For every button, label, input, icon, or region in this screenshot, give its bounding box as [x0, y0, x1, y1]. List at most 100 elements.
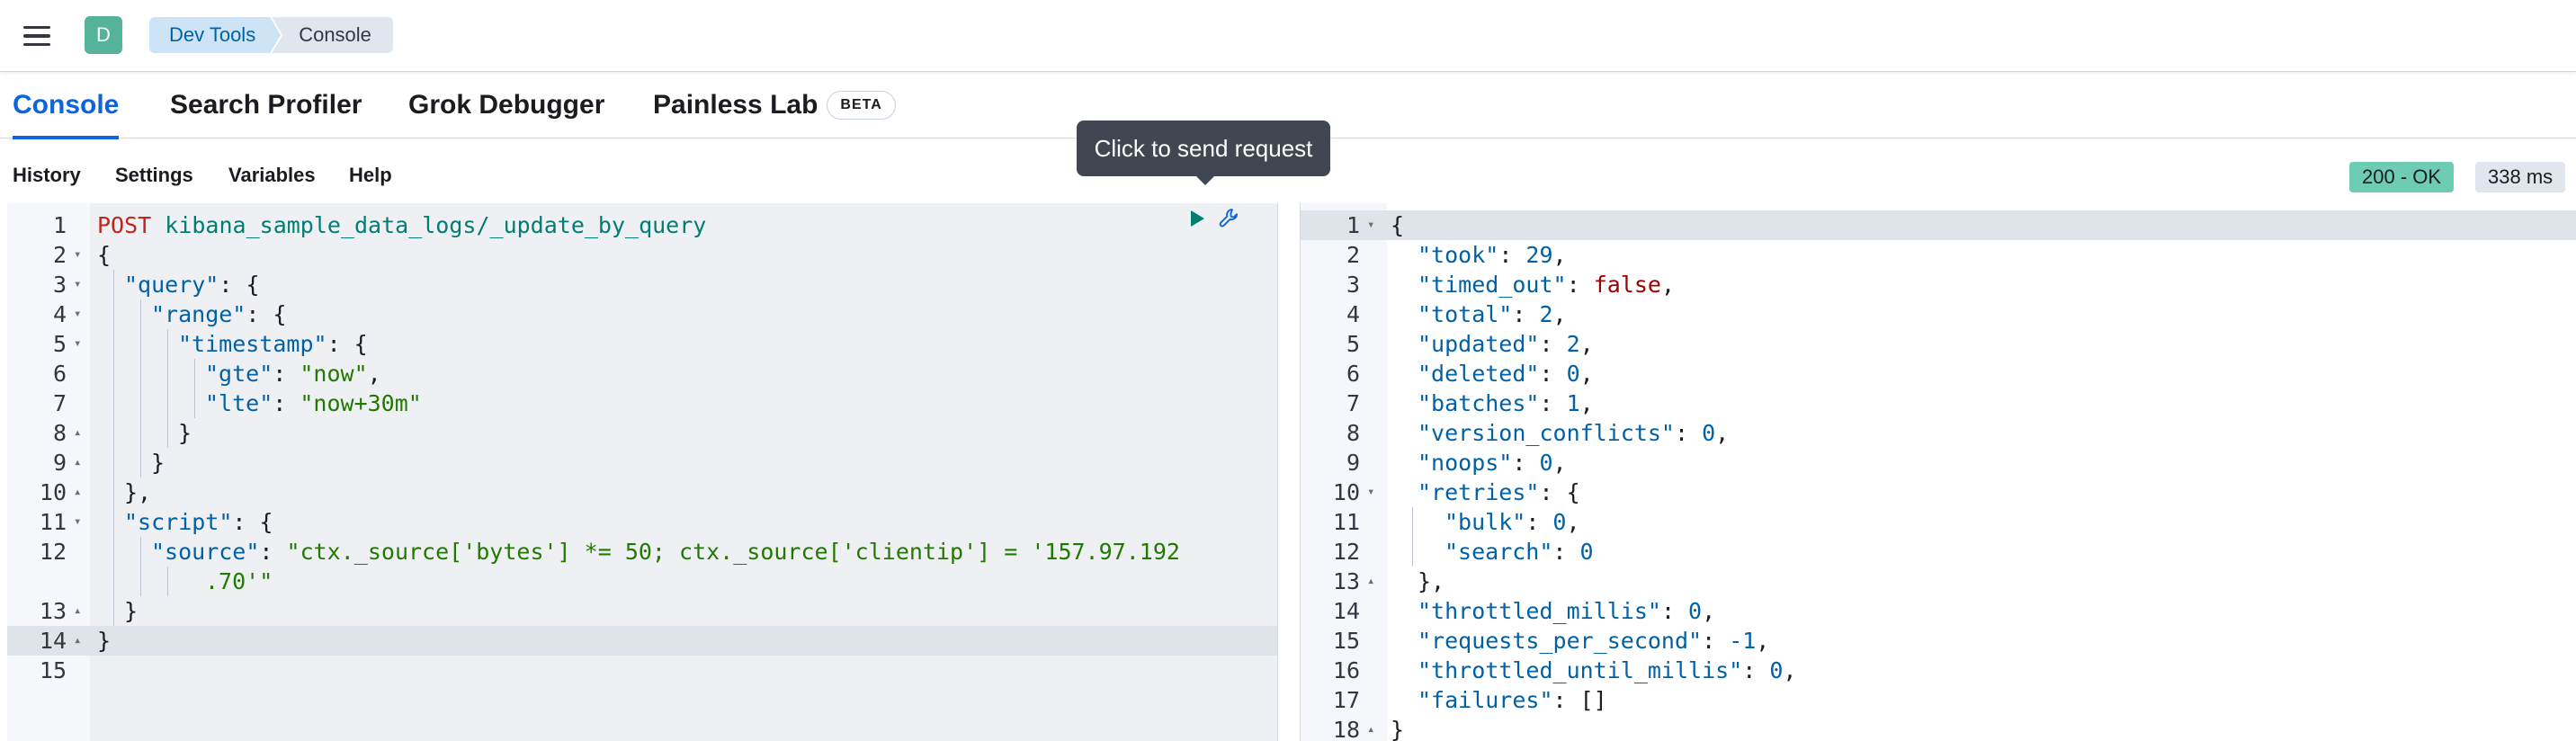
fold-arrow-icon: ▴ [74, 425, 82, 440]
json-number: 0 [1566, 361, 1580, 387]
tab-search-profiler[interactable]: Search Profiler [170, 72, 362, 138]
line-number: 8 [52, 420, 67, 446]
help-button[interactable]: Help [349, 164, 392, 187]
line-number: 15 [39, 657, 67, 683]
request-line: 13 ▴} [7, 596, 1277, 626]
indent-guide [140, 329, 141, 359]
fold-arrow-icon: ▴ [74, 603, 82, 618]
json-key: "lte" [205, 390, 273, 416]
line-number: 6 [1346, 361, 1360, 387]
request-line: 4 ▾ "range": { [7, 299, 1277, 329]
indent-guide [194, 388, 195, 418]
settings-button[interactable]: Settings [115, 164, 193, 187]
json-punct: { [97, 242, 112, 268]
request-editor[interactable]: 1 POST kibana_sample_data_logs/_update_by… [7, 203, 1277, 741]
json-punct: , [1702, 598, 1716, 624]
json-punct: : { [219, 272, 260, 298]
code-text: "noops": 0, [1418, 450, 1567, 476]
code-text: .70'" [205, 567, 273, 596]
line-number: 14 [39, 628, 67, 654]
indent-guide [140, 567, 141, 596]
indent-guide [113, 359, 114, 388]
request-line: .70'" [7, 567, 1277, 596]
response-line: 9 "noops": 0, [1301, 448, 2576, 478]
code-text: "timed_out": false, [1418, 272, 1676, 298]
wrench-icon[interactable] [1217, 206, 1242, 231]
code-text: "updated": 2, [1418, 331, 1594, 357]
response-line: 1 ▾ { [1301, 210, 2576, 240]
history-button[interactable]: History [13, 164, 81, 187]
json-punct: , [1566, 509, 1580, 535]
code-text: { [1391, 210, 1404, 240]
play-icon[interactable] [1191, 210, 1204, 227]
json-punct: } [178, 420, 192, 446]
json-string: "ctx._source['bytes'] *= 50; ctx._source… [286, 539, 1180, 565]
breadcrumb: Dev Tools Console [149, 17, 393, 53]
response-line: 7 "batches": 1, [1301, 388, 2576, 418]
code-text: "failures": [] [1418, 685, 1607, 715]
breadcrumb-dev-tools[interactable]: Dev Tools [149, 17, 281, 53]
json-key: "total" [1418, 301, 1513, 327]
json-punct: , [367, 361, 381, 387]
fold-arrow-icon: ▴ [1367, 574, 1375, 588]
json-key: "source" [151, 539, 260, 565]
json-number: 0 [1688, 598, 1703, 624]
variables-button[interactable]: Variables [228, 164, 316, 187]
indent-guide [140, 388, 141, 418]
indent-guide [113, 270, 114, 299]
json-number: 1 [1566, 390, 1580, 416]
line-number: 10 [1332, 479, 1360, 505]
tab-grok-debugger[interactable]: Grok Debugger [408, 72, 604, 138]
response-line: 14 "throttled_millis": 0, [1301, 596, 2576, 626]
indent-guide [140, 537, 141, 567]
request-line: 14 ▴} [7, 626, 1277, 656]
json-key: "timed_out" [1418, 272, 1567, 298]
json-key: "batches" [1418, 390, 1540, 416]
json-punct: , [1552, 301, 1567, 327]
line-number: 11 [39, 509, 67, 535]
line-number: 13 [1332, 568, 1360, 594]
fold-arrow-icon: ▾ [1367, 218, 1375, 232]
code-text: "script": { [124, 507, 273, 537]
indent-guide [167, 388, 168, 418]
line-number: 12 [1332, 539, 1360, 565]
json-key: "query" [124, 272, 219, 298]
code-text: } [178, 418, 192, 448]
code-text: "batches": 1, [1418, 390, 1594, 416]
line-number: 9 [1346, 450, 1360, 476]
line-number: 11 [1332, 509, 1360, 535]
response-viewer: 1 ▾ {2 "took": 29, 3 "timed_out": false, 4 "tot… [1301, 203, 2576, 741]
fold-arrow-icon: ▴ [74, 485, 82, 499]
json-punct: , [1579, 361, 1594, 387]
json-punct: { [1391, 212, 1405, 238]
request-actions [1191, 203, 1242, 233]
code-text: "took": 29, [1418, 242, 1567, 268]
json-string: "now" [300, 361, 368, 387]
json-key: "script" [124, 509, 233, 535]
fold-arrow-icon: ▾ [74, 307, 82, 321]
indent-guide [140, 299, 141, 329]
response-line: 10 ▾ "retries": { [1301, 478, 2576, 507]
tab-console[interactable]: Console [13, 72, 120, 139]
hamburger-menu-icon[interactable] [23, 20, 56, 52]
indent-guide [113, 299, 114, 329]
json-key: "took" [1418, 242, 1499, 268]
code-text: } [1391, 715, 1404, 741]
pane-resizer[interactable] [1277, 203, 1301, 741]
space-avatar[interactable]: D [85, 16, 122, 54]
code-text: { [97, 240, 111, 270]
tab-painless-lab[interactable]: Painless Lab BETA [653, 72, 896, 138]
response-line: 11 "bulk": 0, [1301, 507, 2576, 537]
code-text: "range": { [151, 299, 287, 329]
response-line: 12 "search": 0 [1301, 537, 2576, 567]
code-text: "total": 2, [1418, 301, 1567, 327]
line-number: 7 [52, 390, 67, 416]
response-line: 13 ▴}, [1301, 567, 2576, 596]
json-number: 0 [1552, 509, 1567, 535]
line-number: 15 [1332, 628, 1360, 654]
json-punct: } [124, 598, 139, 624]
response-line: 2 "took": 29, [1301, 240, 2576, 270]
indent-guide [1412, 507, 1413, 537]
response-line: 6 "deleted": 0, [1301, 359, 2576, 388]
json-key: "throttled_millis" [1418, 598, 1661, 624]
